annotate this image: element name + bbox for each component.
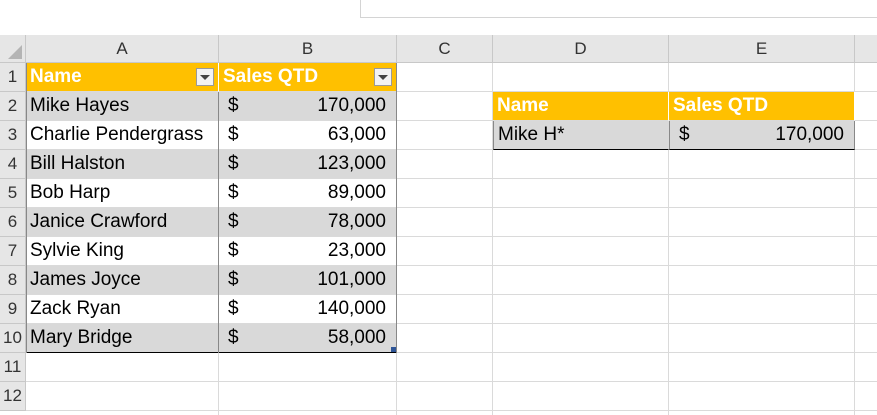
row-header-2[interactable]: 2 [0,92,26,121]
table-cell-name[interactable]: Mary Bridge [26,324,219,353]
table-cell-sales[interactable]: $23,000 [219,237,397,266]
sales-amount: 23,000 [327,240,386,261]
table-cell-sales[interactable]: $123,000 [219,150,397,179]
row-header-5[interactable]: 5 [0,179,26,208]
formula-bar[interactable] [360,0,877,18]
table-header-name[interactable]: Name [26,63,219,92]
sales-amount: 89,000 [327,182,386,203]
column-header-d[interactable]: D [493,35,669,63]
row-header-11[interactable]: 11 [0,353,26,382]
sales-amount: 170,000 [317,95,386,116]
gridline [26,381,877,382]
currency-symbol: $ [228,327,239,348]
currency-symbol: $ [228,153,239,174]
row-header-8[interactable]: 8 [0,266,26,295]
filter-dropdown-icon[interactable] [374,68,392,86]
currency-symbol: $ [228,95,239,116]
sales-amount: 101,000 [317,269,386,290]
table-cell-sales[interactable]: $101,000 [219,266,397,295]
column-header-f[interactable] [855,35,877,63]
table-cell-name[interactable]: Zack Ryan [26,295,219,324]
table-cell-sales[interactable]: $170,000 [219,92,397,121]
column-header-c[interactable]: C [397,35,493,63]
table-cell-name[interactable]: Bill Halston [26,150,219,179]
sales-amount: 58,000 [327,327,386,348]
table-header-sales-label: Sales QTD [223,66,319,87]
sales-amount: 63,000 [327,124,386,145]
currency-symbol: $ [228,211,239,232]
select-all-button[interactable] [0,35,26,63]
sales-amount: 123,000 [317,153,386,174]
table-column-divider [218,92,219,353]
table-cell-sales[interactable]: $58,000 [219,324,397,353]
currency-symbol: $ [228,269,239,290]
currency-symbol: $ [228,124,239,145]
lookup-header-name[interactable]: Name [493,92,669,121]
table-header-name-label: Name [30,66,82,87]
column-header-b[interactable]: B [219,35,397,63]
table-cell-sales[interactable]: $78,000 [219,208,397,237]
table-cell-name[interactable]: Charlie Pendergrass [26,121,219,150]
lookup-sales-amount: 170,000 [775,124,844,145]
table-cell-sales[interactable]: $89,000 [219,179,397,208]
table-cell-name[interactable]: Janice Crawford [26,208,219,237]
row-header-6[interactable]: 6 [0,208,26,237]
sales-amount: 78,000 [327,211,386,232]
currency-symbol: $ [228,240,239,261]
table-cell-name[interactable]: Bob Harp [26,179,219,208]
table-cell-name[interactable]: Sylvie King [26,237,219,266]
table-cell-sales[interactable]: $63,000 [219,121,397,150]
select-all-triangle-icon [8,45,22,59]
currency-symbol: $ [228,298,239,319]
table-cell-sales[interactable]: $140,000 [219,295,397,324]
filter-dropdown-icon[interactable] [196,68,214,86]
row-header-12[interactable]: 12 [0,382,26,411]
table-cell-name[interactable]: Mike Hayes [26,92,219,121]
lookup-header-sales[interactable]: Sales QTD [669,92,855,121]
row-header-10[interactable]: 10 [0,324,26,353]
column-header-a[interactable]: A [26,35,219,63]
lookup-name-cell[interactable]: Mike H* [493,121,669,150]
row-header-4[interactable]: 4 [0,150,26,179]
sales-amount: 140,000 [317,298,386,319]
row-header-3[interactable]: 3 [0,121,26,150]
table-resize-handle[interactable] [391,347,396,352]
row-header-1[interactable]: 1 [0,63,26,92]
table-header-sales[interactable]: Sales QTD [219,63,397,92]
currency-symbol: $ [679,124,690,145]
currency-symbol: $ [228,182,239,203]
row-header-9[interactable]: 9 [0,295,26,324]
gridline [26,410,877,411]
lookup-sales-cell[interactable]: $170,000 [669,121,855,150]
column-header-e[interactable]: E [669,35,855,63]
table-cell-name[interactable]: James Joyce [26,266,219,295]
row-header-7[interactable]: 7 [0,237,26,266]
